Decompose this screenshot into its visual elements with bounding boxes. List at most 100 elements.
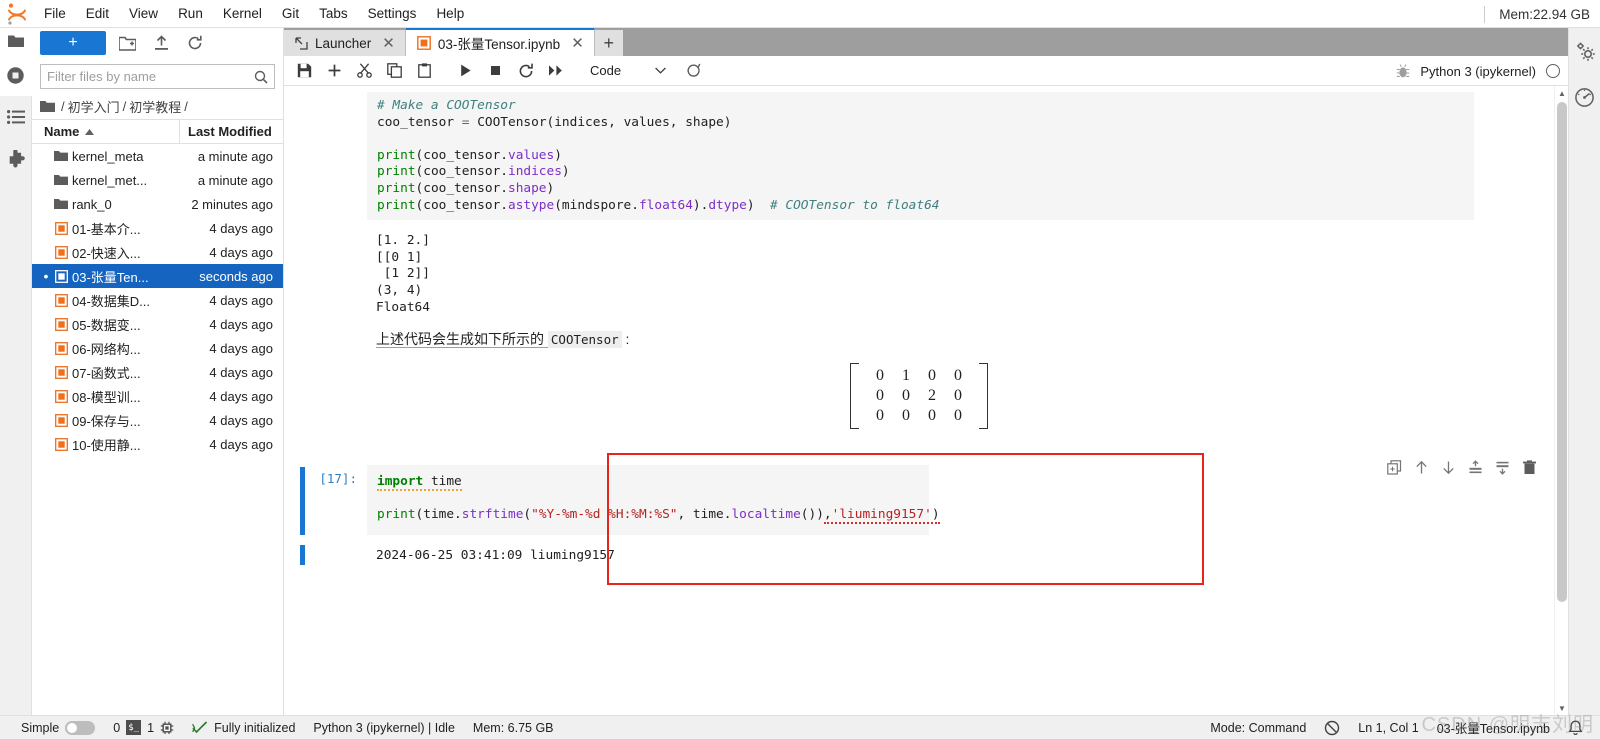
file-name: 05-数据变...: [72, 317, 141, 333]
column-header-last-modified[interactable]: Last Modified: [179, 119, 283, 144]
insert-cell-icon[interactable]: [320, 58, 349, 84]
toggle-spark-monitor-icon[interactable]: [679, 58, 708, 84]
menu-view[interactable]: View: [119, 0, 168, 28]
markdown-prompt: [305, 327, 367, 351]
menu-tabs[interactable]: Tabs: [309, 0, 358, 28]
simple-interface-toggle[interactable]: Simple: [12, 716, 104, 739]
file-list-item[interactable]: 02-快速入... 4 days ago: [32, 240, 283, 264]
simple-mode-switch[interactable]: [65, 720, 96, 735]
notebook-icon: [50, 245, 72, 259]
notebook-toolbar: Code Python 3 (ipykernel): [284, 56, 1568, 86]
cell-type-select[interactable]: Code: [582, 59, 670, 83]
menu-run[interactable]: Run: [168, 0, 213, 28]
breadcrumb-item-1[interactable]: 初学教程: [129, 97, 181, 116]
kernel-name-label[interactable]: Python 3 (ipykernel): [1420, 64, 1536, 79]
paste-icon[interactable]: [410, 58, 439, 84]
breadcrumb[interactable]: / 初学入门 / 初学教程 /: [32, 93, 283, 119]
kernel-status[interactable]: Python 3 (ipykernel) | Idle: [304, 716, 464, 739]
file-list-item[interactable]: 01-基本介... 4 days ago: [32, 216, 283, 240]
menu-kernel[interactable]: Kernel: [213, 0, 272, 28]
file-list-item[interactable]: 04-数据集D... 4 days ago: [32, 288, 283, 312]
tab-notebook[interactable]: 03-张量Tensor.ipynb ✕: [405, 28, 595, 56]
menu-settings[interactable]: Settings: [358, 0, 427, 28]
column-header-name[interactable]: Name: [32, 124, 179, 139]
markdown-inline-code: COOTensor: [547, 331, 622, 349]
insert-cell-above-icon[interactable]: [1466, 458, 1484, 476]
debugger-icon[interactable]: [1396, 63, 1410, 79]
duplicate-cell-icon[interactable]: [1385, 458, 1403, 476]
code-editor-coo[interactable]: # Make a COOTensor coo_tensor = COOTenso…: [367, 92, 1474, 221]
scroll-up-icon[interactable]: ▲: [1555, 86, 1568, 100]
status-bar: Simple 0 $_ 1 Fully initialized Python 3…: [0, 715, 1600, 739]
property-inspector-icon[interactable]: [1569, 28, 1600, 74]
kernel-sessions-count[interactable]: 0 $_ 1: [104, 716, 183, 739]
close-icon[interactable]: ✕: [571, 34, 584, 52]
upload-icon[interactable]: [148, 31, 174, 55]
breadcrumb-item-0[interactable]: 初学入门: [68, 97, 120, 116]
matrix-cell: 0: [954, 407, 962, 425]
delete-cell-icon[interactable]: [1520, 458, 1538, 476]
file-list: kernel_meta a minute ago kernel_met... a mi…: [32, 144, 283, 715]
menu-git[interactable]: Git: [272, 0, 309, 28]
search-input[interactable]: [47, 69, 254, 84]
close-icon[interactable]: ✕: [382, 34, 395, 52]
notifications-bell-icon[interactable]: [1559, 716, 1592, 739]
scrollbar-thumb[interactable]: [1557, 102, 1567, 602]
cut-icon[interactable]: [350, 58, 379, 84]
matrix-row: 0000: [867, 406, 971, 426]
file-name: 01-基本介...: [72, 221, 141, 237]
file-list-item[interactable]: rank_0 2 minutes ago: [32, 192, 283, 216]
resource-monitor-icon[interactable]: [1569, 74, 1600, 120]
selected-cell-group: [17]: import time print(time.strftime("%…: [284, 453, 1554, 586]
file-list-item[interactable]: kernel_met... a minute ago: [32, 168, 283, 192]
file-browser-toolbar: +: [32, 28, 283, 58]
new-folder-icon[interactable]: [114, 31, 140, 55]
run-cell-icon[interactable]: [451, 58, 480, 84]
file-list-item[interactable]: 07-函数式... 4 days ago: [32, 360, 283, 384]
kernel-status-indicator[interactable]: [1546, 64, 1560, 78]
unsaved-dot: •: [43, 268, 49, 284]
new-launcher-button[interactable]: +: [40, 31, 106, 55]
file-list-item[interactable]: kernel_meta a minute ago: [32, 144, 283, 168]
notebook-cell-coo[interactable]: # Make a COOTensor coo_tensor = COOTenso…: [284, 92, 1554, 221]
tab-launcher[interactable]: Launcher ✕: [284, 30, 406, 56]
breadcrumb-home-icon[interactable]: [40, 100, 58, 113]
insert-cell-below-icon[interactable]: [1493, 458, 1511, 476]
file-filter-box[interactable]: [40, 64, 275, 89]
cursor-position[interactable]: Ln 1, Col 1: [1349, 716, 1427, 739]
file-list-item[interactable]: 08-模型训... 4 days ago: [32, 384, 283, 408]
file-list-item[interactable]: 05-数据变... 4 days ago: [32, 312, 283, 336]
restart-kernel-icon[interactable]: [511, 58, 540, 84]
notebook-scrollbar[interactable]: ▲ ▼: [1554, 86, 1568, 715]
notebook-cell-markdown[interactable]: 上述代码会生成如下所示的 COOTensor :: [284, 327, 1554, 351]
menu-file[interactable]: File: [34, 0, 76, 28]
notebook-icon: [50, 365, 72, 379]
copy-icon[interactable]: [380, 58, 409, 84]
file-list-item[interactable]: • 03-张量Ten... seconds ago: [32, 264, 283, 288]
refresh-file-list-icon[interactable]: [182, 31, 208, 55]
no-errors-icon[interactable]: [1315, 716, 1349, 739]
sidebar-item-running-terminals[interactable]: [0, 54, 32, 96]
scroll-down-icon[interactable]: ▼: [1555, 701, 1568, 715]
matrix-cell: 1: [902, 367, 910, 385]
file-list-item[interactable]: 10-使用静... 4 days ago: [32, 432, 283, 456]
file-list-item[interactable]: 09-保存与... 4 days ago: [32, 408, 283, 432]
save-icon[interactable]: [290, 58, 319, 84]
search-icon: [254, 70, 268, 84]
code-editor-time[interactable]: import time print(time.strftime("%Y-%m-%…: [367, 465, 940, 536]
move-cell-down-icon[interactable]: [1439, 458, 1457, 476]
new-tab-button[interactable]: +: [594, 30, 623, 56]
file-list-item[interactable]: 06-网络构... 4 days ago: [32, 336, 283, 360]
notebook-cell-time[interactable]: [17]: import time print(time.strftime("%…: [284, 453, 1554, 536]
main-dock-area: Launcher ✕ 03-张量Tensor.ipynb ✕ + Code Py…: [284, 28, 1568, 715]
restart-run-all-icon[interactable]: [541, 58, 570, 84]
file-modified: 2 minutes ago: [191, 196, 273, 212]
stop-kernel-icon[interactable]: [481, 58, 510, 84]
menu-edit[interactable]: Edit: [76, 0, 119, 28]
sidebar-item-extension-manager[interactable]: [0, 138, 32, 180]
file-modified: 4 days ago: [209, 244, 273, 260]
menu-help[interactable]: Help: [426, 0, 474, 28]
kernel-count-label: 0: [113, 720, 121, 735]
sidebar-item-table-of-contents[interactable]: [0, 96, 32, 138]
move-cell-up-icon[interactable]: [1412, 458, 1430, 476]
